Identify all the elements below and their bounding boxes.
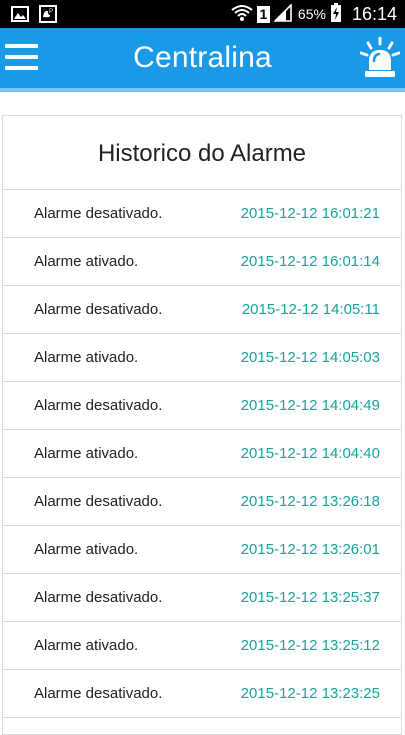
status-icons: 1 65% 16:14 [231, 0, 397, 28]
siren-icon [359, 36, 401, 83]
app-title: Centralina [133, 41, 272, 74]
sim-badge: 1 [256, 5, 270, 23]
history-message: Alarme ativado. [34, 541, 139, 558]
history-message: Alarme ativado. [34, 349, 139, 366]
alarm-button[interactable] [359, 36, 401, 79]
history-timestamp: 2015-12-12 16:01:21 [240, 205, 380, 222]
history-timestamp: 2015-12-12 13:26:01 [240, 541, 380, 558]
wifi-icon [231, 4, 253, 25]
history-timestamp: 2015-12-12 13:25:12 [240, 637, 380, 654]
history-row: Alarme desativado. 2015-12-12 14:05:11 [3, 286, 401, 334]
history-timestamp: 2015-12-12 14:05:03 [240, 349, 380, 366]
history-row: Alarme ativado. 2015-12-12 14:04:40 [3, 430, 401, 478]
history-message: Alarme desativado. [34, 205, 163, 222]
history-row: Alarme desativado. 2015-12-12 13:23:25 [3, 670, 401, 718]
signal-icon [272, 2, 292, 25]
history-message: Alarme desativado. [34, 685, 163, 702]
history-timestamp: 2015-12-12 13:26:18 [240, 493, 380, 510]
history-row: Alarme desativado. 2015-12-12 16:01:21 [3, 190, 401, 238]
history-message: Alarme ativado. [34, 253, 139, 270]
history-message: Alarme ativado. [34, 637, 139, 654]
menu-button[interactable] [5, 42, 39, 74]
history-message: Alarme desativado. [34, 589, 163, 606]
history-row: Alarme desativado. 2015-12-12 14:04:49 [3, 382, 401, 430]
status-bar: P 1 65% 16:14 [0, 0, 405, 28]
history-timestamp: 2015-12-12 13:23:25 [240, 685, 380, 702]
svg-text:P: P [49, 9, 53, 15]
gallery-icon [10, 4, 30, 24]
history-timestamp: 2015-12-12 14:04:40 [240, 445, 380, 462]
battery-percent: 65% [297, 6, 326, 22]
history-timestamp: 2015-12-12 16:01:14 [240, 253, 380, 270]
history-message: Alarme desativado. [34, 493, 163, 510]
history-row: Alarme desativado. 2015-12-12 13:26:18 [3, 478, 401, 526]
clock: 16:14 [351, 3, 397, 24]
alarm-history-card: Historico do Alarme Alarme desativado. 2… [2, 115, 402, 735]
history-timestamp: 2015-12-12 14:05:11 [241, 301, 380, 318]
history-title: Historico do Alarme [3, 116, 401, 190]
history-row: Alarme ativado. 2015-12-12 13:25:12 [3, 622, 401, 670]
battery-charging-icon [330, 2, 342, 26]
history-row: Alarme ativado. 2015-12-12 16:01:14 [3, 238, 401, 286]
history-row: Alarme ativado. 2015-12-12 14:05:03 [3, 334, 401, 382]
history-list: Alarme desativado. 2015-12-12 16:01:21 A… [3, 190, 401, 718]
history-row: Alarme ativado. 2015-12-12 13:26:01 [3, 526, 401, 574]
history-timestamp: 2015-12-12 13:25:37 [240, 589, 380, 606]
app-bar: Centralina [0, 28, 405, 88]
history-message: Alarme desativado. [34, 397, 163, 414]
history-timestamp: 2015-12-12 14:04:49 [240, 397, 380, 414]
voicemail-icon: P [38, 4, 58, 24]
app-bar-shadow [0, 88, 405, 92]
history-row: Alarme desativado. 2015-12-12 13:25:37 [3, 574, 401, 622]
history-message: Alarme desativado. [34, 301, 163, 318]
history-message: Alarme ativado. [34, 445, 139, 462]
